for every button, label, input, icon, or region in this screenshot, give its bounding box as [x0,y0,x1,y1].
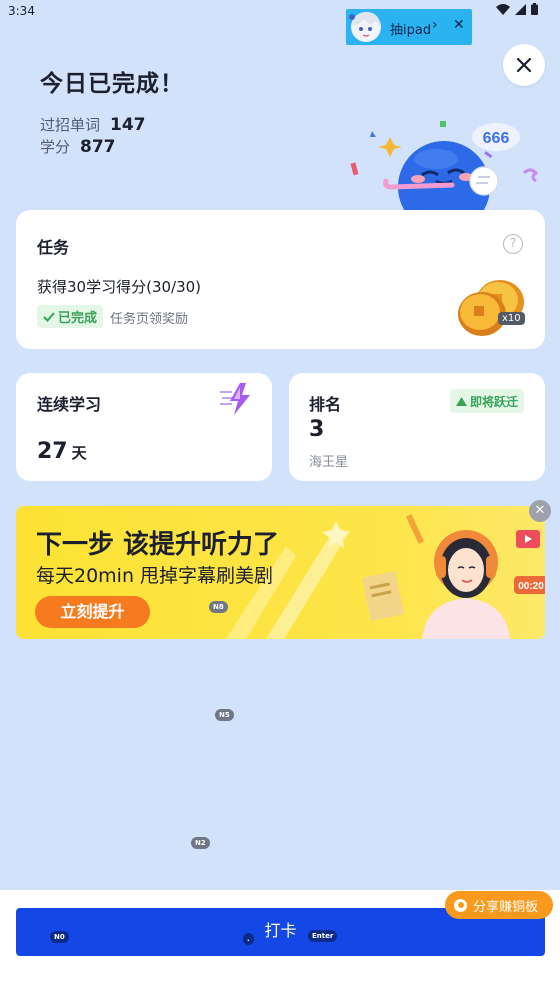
score-value: 877 [80,137,116,157]
anime-avatar-icon [349,11,381,42]
banner-subtitle: 每天20min 甩掉字幕刷美剧 [36,565,274,587]
task-reward-note: 任务页领奖励 [110,312,189,327]
status-time: 3:34 [8,4,35,18]
close-button[interactable] [503,44,545,86]
coin-dot-icon [454,898,467,912]
coin-multiplier: x10 [498,312,525,325]
banner-timer: 00:20 [518,581,544,592]
streak-value-row: 27 天 [37,439,87,464]
banner-close-button[interactable]: ✕ [529,500,551,522]
hint-n5: N5 [215,709,234,721]
upgrade-now-button[interactable]: 立刻提升 [35,596,150,628]
status-bar: 3:34 [0,0,560,24]
rank-title: 排名 [309,395,342,414]
status-icons [496,3,538,15]
task-done-badge: 已完成 [37,305,104,328]
score-label: 学分 [40,138,71,156]
words-value: 147 [110,115,146,135]
score-stat: 学分 877 [40,136,116,157]
rank-promotion-badge: 即将跃迁 [449,389,524,413]
hint-enter: Enter [308,930,338,942]
mascot-bubble: 666 [483,130,510,147]
task-done-label: 已完成 [58,311,98,326]
task-description: 获得30学习得分(30/30) [37,278,202,296]
help-icon[interactable]: ? [503,234,523,254]
battery-icon [531,3,538,15]
rank-badge-label: 即将跃迁 [469,394,518,409]
promo-label: 抽ipad [390,23,432,38]
wifi-icon [496,3,510,15]
listening-promo-banner[interactable]: 00:20 下一步 该提升听力了 每天20min 甩掉字幕刷美剧 立刻提升 [16,506,545,639]
mascot-illustration: 666 [350,121,539,215]
close-icon [516,57,532,73]
words-stat: 过招单词 147 [40,114,146,135]
share-label: 分享赚铜板 [473,899,539,915]
rank-card[interactable]: 排名 即将跃迁 3 海王星 [289,373,545,481]
streak-value: 27 [37,439,68,464]
banner-title: 下一步 该提升听力了 [36,530,280,560]
promo-close-icon[interactable]: ✕ [453,17,465,33]
hint-n0: N0 [50,931,69,943]
page-title: 今日已完成！ [40,71,184,97]
hint-dot: . [243,933,254,945]
streak-title: 连续学习 [37,395,102,414]
words-label: 过招单词 [40,116,101,134]
promo-ipad-banner[interactable]: 抽ipad › ✕ [346,9,472,45]
task-title: 任务 [37,238,70,257]
lightning-icon [220,383,250,415]
share-earn-button[interactable]: 分享赚铜板 [445,891,553,919]
rank-value: 3 [309,417,325,442]
hint-n8: N8 [209,601,228,613]
rank-tier: 海王星 [309,455,349,470]
triangle-up-icon [455,396,467,406]
checkin-label: 打卡 [264,921,297,940]
streak-card[interactable]: 连续学习 27 天 [16,373,272,481]
check-icon [43,311,55,322]
streak-unit: 天 [71,444,87,462]
signal-icon [515,3,526,15]
task-card: 任务 ? 获得30学习得分(30/30) 已完成 任务页领奖励 x10 [16,210,545,349]
hint-n2: N2 [191,837,210,849]
coins-icon [458,280,524,336]
chevron-right-icon: › [432,17,438,33]
